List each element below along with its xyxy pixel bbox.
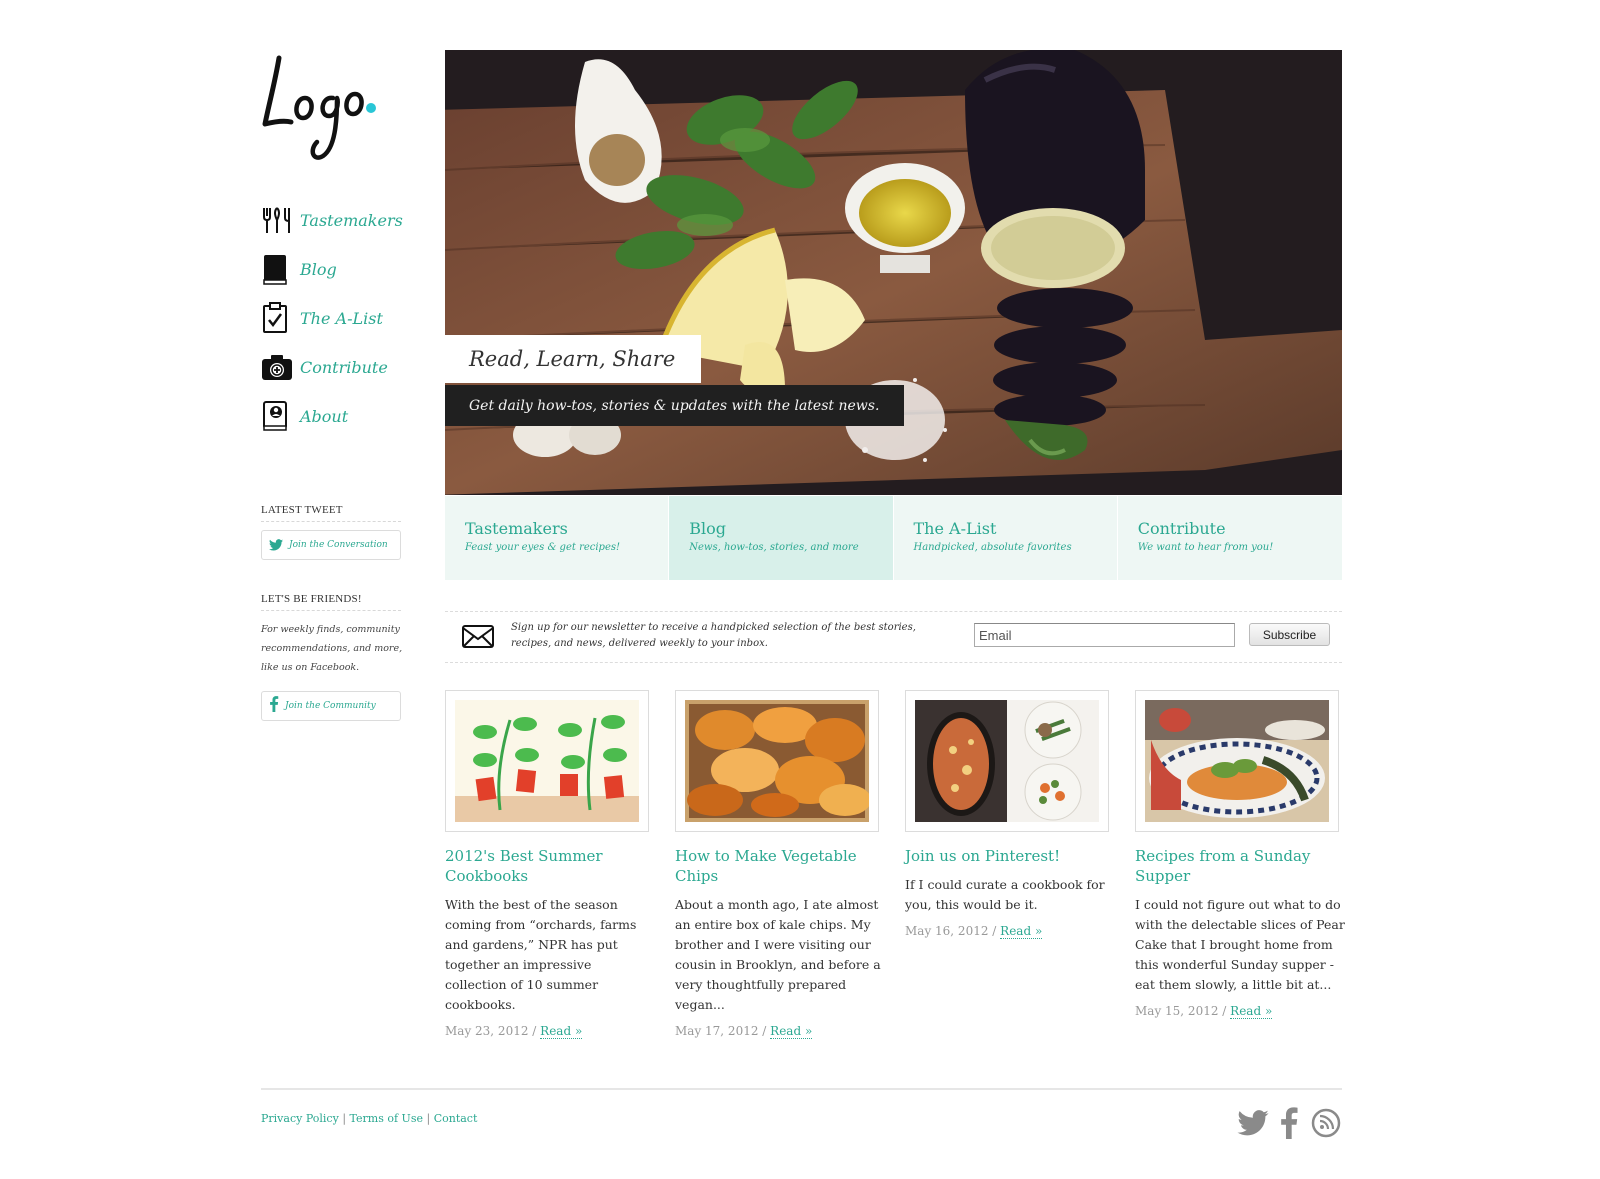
post-card: How to Make Vegetable Chips About a mont…: [675, 690, 881, 1039]
nav-label: The A-List: [300, 308, 383, 328]
post-thumbnail[interactable]: [1135, 690, 1339, 832]
pinterest-collage-photo: [915, 700, 1099, 822]
category-title: The A-List: [913, 519, 997, 538]
twitter-bird-icon[interactable]: [1236, 1106, 1270, 1140]
camera-icon: [261, 351, 295, 383]
meta-separator: /: [528, 1024, 541, 1038]
post-excerpt: I could not figure out what to do with t…: [1135, 897, 1345, 992]
hero-image: [445, 50, 1342, 495]
post-card: 2012's Best Summer Cookbooks With the be…: [445, 690, 649, 1039]
category-contribute[interactable]: Contribute We want to hear from you!: [1117, 496, 1342, 580]
latest-tweet-heading: LATEST TWEET: [261, 504, 401, 522]
hero-subtitle: Get daily how-tos, stories & updates wit…: [445, 385, 905, 426]
category-subtitle: News, how-tos, stories, and more: [689, 542, 859, 553]
nav-label: Contribute: [300, 357, 388, 377]
join-community-label: Join the Community: [285, 701, 376, 711]
nav-item-about[interactable]: About: [261, 400, 411, 432]
post-title[interactable]: 2012's Best Summer Cookbooks: [445, 846, 649, 886]
category-blog[interactable]: Blog News, how-tos, stories, and more: [669, 496, 894, 580]
utensils-icon: [261, 204, 295, 236]
privacy-policy-link[interactable]: Privacy Policy: [261, 1112, 339, 1125]
subscribe-button[interactable]: Subscribe: [1249, 623, 1330, 646]
post-excerpt: About a month ago, I ate almost an entir…: [675, 897, 881, 1012]
contact-link[interactable]: Contact: [434, 1112, 478, 1125]
category-strip: Tastemakers Feast your eyes & get recipe…: [445, 496, 1342, 580]
email-field[interactable]: [974, 623, 1235, 647]
category-tastemakers[interactable]: Tastemakers Feast your eyes & get recipe…: [445, 496, 670, 580]
post-date: May 23, 2012: [445, 1024, 529, 1038]
book-icon: [261, 253, 295, 285]
nav-item-tastemakers[interactable]: Tastemakers: [261, 204, 411, 236]
read-more-link[interactable]: Read »: [1000, 924, 1043, 939]
post-excerpt: With the best of the season coming from …: [445, 897, 637, 1012]
vegetable-chips-photo: [685, 700, 869, 822]
cookbooks-illustration: [455, 700, 639, 822]
friends-text: For weekly finds, community recommendati…: [261, 624, 403, 673]
post-date: May 17, 2012: [675, 1024, 759, 1038]
read-more-link[interactable]: Read »: [540, 1024, 583, 1039]
envelope-icon: [461, 622, 495, 654]
terms-of-use-link[interactable]: Terms of Use: [350, 1112, 423, 1125]
join-conversation-button[interactable]: Join the Conversation: [261, 530, 401, 560]
footer-links: Privacy Policy | Terms of Use | Contact: [261, 1112, 477, 1125]
footer-separator: |: [426, 1112, 431, 1125]
post-title[interactable]: How to Make Vegetable Chips: [675, 846, 879, 886]
post-title[interactable]: Recipes from a Sunday Supper: [1135, 846, 1339, 886]
rss-icon[interactable]: [1309, 1106, 1343, 1140]
post-card: Join us on Pinterest! If I could curate …: [905, 690, 1109, 939]
hero-title: Read, Learn, Share: [445, 335, 702, 383]
category-subtitle: Feast your eyes & get recipes!: [465, 542, 621, 553]
post-thumbnail[interactable]: [905, 690, 1109, 832]
nav-item-a-list[interactable]: The A-List: [261, 302, 411, 334]
post-meta: May 17, 2012 / Read »: [675, 1024, 879, 1039]
newsletter-text: Sign up for our newsletter to receive a …: [511, 622, 916, 649]
post-meta: May 16, 2012 / Read »: [905, 924, 1109, 939]
friends-heading: LET'S BE FRIENDS!: [261, 593, 401, 611]
read-more-link[interactable]: Read »: [770, 1024, 813, 1039]
post-card: Recipes from a Sunday Supper I could not…: [1135, 690, 1345, 1019]
category-subtitle: We want to hear from you!: [1137, 542, 1274, 553]
join-community-button[interactable]: Join the Community: [261, 691, 401, 721]
nav-label: Tastemakers: [300, 210, 403, 230]
nav-label: About: [300, 406, 349, 426]
post-date: May 16, 2012: [905, 924, 989, 938]
meta-separator: /: [758, 1024, 771, 1038]
twitter-bird-icon: [269, 536, 283, 555]
footer-separator: |: [342, 1112, 347, 1125]
clipboard-check-icon: [261, 302, 295, 334]
newsletter-bar: Sign up for our newsletter to receive a …: [445, 611, 1342, 663]
post-meta: May 23, 2012 / Read »: [445, 1024, 649, 1039]
sidebar-nav: Tastemakers Blog The A-List Contribute A…: [261, 204, 411, 449]
facebook-icon: [269, 696, 279, 716]
category-title: Tastemakers: [465, 519, 568, 538]
hero-banner[interactable]: Read, Learn, Share Get daily how-tos, st…: [445, 50, 1342, 495]
post-excerpt: If I could curate a cookbook for you, th…: [905, 877, 1105, 912]
post-thumbnail[interactable]: [675, 690, 879, 832]
nav-item-contribute[interactable]: Contribute: [261, 351, 411, 383]
post-date: May 15, 2012: [1135, 1004, 1219, 1018]
read-more-link[interactable]: Read »: [1230, 1004, 1273, 1019]
site-logo[interactable]: [261, 52, 381, 172]
category-subtitle: Handpicked, absolute favorites: [913, 542, 1072, 553]
nav-item-blog[interactable]: Blog: [261, 253, 411, 285]
footer-divider: [261, 1088, 1342, 1090]
category-a-list[interactable]: The A-List Handpicked, absolute favorite…: [893, 496, 1118, 580]
sunday-supper-photo: [1145, 700, 1329, 822]
facebook-icon[interactable]: [1272, 1106, 1306, 1140]
nav-label: Blog: [300, 259, 337, 279]
profile-book-icon: [261, 400, 295, 432]
meta-separator: /: [988, 924, 1001, 938]
category-title: Blog: [689, 519, 726, 538]
post-title[interactable]: Join us on Pinterest!: [905, 846, 1109, 866]
post-meta: May 15, 2012 / Read »: [1135, 1004, 1339, 1019]
join-conversation-label: Join the Conversation: [289, 540, 388, 550]
meta-separator: /: [1218, 1004, 1231, 1018]
category-title: Contribute: [1137, 519, 1226, 538]
post-thumbnail[interactable]: [445, 690, 649, 832]
